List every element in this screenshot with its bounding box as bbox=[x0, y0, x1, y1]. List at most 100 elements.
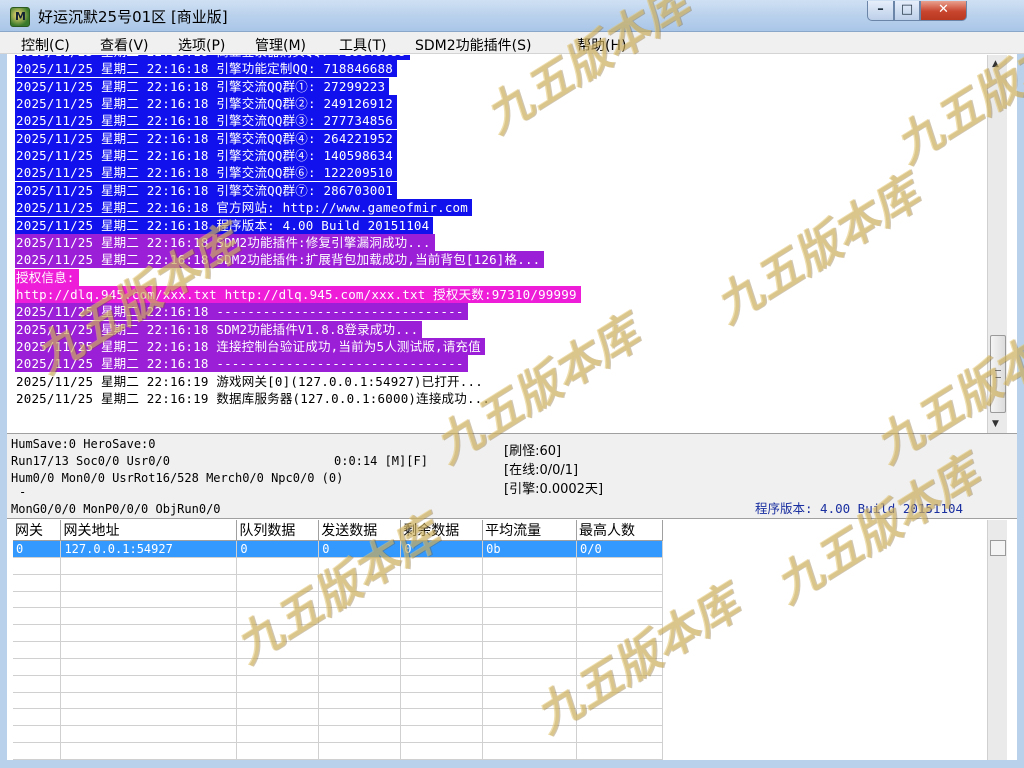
gateway-table[interactable]: 网关 网关地址 队列数据 发送数据 剩余数据 平均流量 最高人数 0 127.0.0.1:54… bbox=[13, 520, 663, 760]
window-frame-left bbox=[0, 54, 7, 768]
scroll-down-icon[interactable]: ▼ bbox=[992, 419, 999, 429]
log-scrollbar[interactable]: ▲ ▼ bbox=[987, 55, 1007, 433]
table-cell bbox=[482, 607, 578, 626]
maximize-button[interactable]: □ bbox=[894, 1, 920, 21]
table-cell bbox=[236, 574, 320, 592]
log-line: 2025/11/25 星期二 22:16:18 引擎交流QQ群②: 249126… bbox=[15, 95, 397, 113]
status-humsave: HumSave:0 HeroSave:0 bbox=[11, 437, 156, 451]
table-cell bbox=[318, 658, 402, 676]
table-cell bbox=[576, 574, 663, 592]
table-cell bbox=[482, 624, 578, 643]
window-frame-bottom bbox=[0, 760, 1024, 768]
status-hum: Hum0/0 Mon0/0 UsrRot16/528 Merch0/0 Npc0… bbox=[11, 471, 344, 485]
table-cell bbox=[482, 708, 578, 727]
log-line: 2025/11/25 星期二 22:16:18 官方网站: http://www… bbox=[15, 199, 473, 217]
grip-icon bbox=[995, 370, 1001, 378]
table-row-empty[interactable] bbox=[13, 641, 663, 659]
status-mong: MonG0/0/0 MonP0/0/0 ObjRun0/0 bbox=[11, 502, 221, 516]
column-header[interactable]: 平均流量 bbox=[482, 520, 578, 541]
column-header[interactable]: 网关地址 bbox=[60, 520, 238, 541]
table-row-empty[interactable] bbox=[13, 675, 663, 693]
table-row-empty[interactable] bbox=[13, 624, 663, 643]
table-cell bbox=[236, 591, 320, 609]
log-line: 2025/11/25 星期二 22:16:19 数据库服务器(127.0.0.1… bbox=[15, 390, 495, 407]
table-cell bbox=[576, 708, 663, 727]
table-row-empty[interactable] bbox=[13, 607, 663, 626]
table-cell bbox=[60, 591, 238, 609]
column-header[interactable]: 发送数据 bbox=[318, 520, 402, 541]
log-line: 授权信息: bbox=[15, 268, 79, 286]
minimize-button[interactable]: – bbox=[867, 1, 894, 21]
table-cell bbox=[318, 591, 402, 609]
table-cell: 0/0 bbox=[576, 540, 663, 558]
column-header[interactable]: 队列数据 bbox=[236, 520, 320, 541]
scroll-up-icon[interactable]: ▲ bbox=[992, 59, 999, 69]
table-cell bbox=[400, 641, 484, 659]
menu-help[interactable]: 帮助(H) bbox=[577, 35, 626, 55]
log-line: 2025/11/25 星期二 22:16:18 ----------------… bbox=[15, 303, 468, 321]
column-header[interactable]: 最高人数 bbox=[576, 520, 663, 541]
table-cell bbox=[60, 574, 238, 592]
table-cell bbox=[482, 742, 578, 760]
table-cell bbox=[576, 557, 663, 575]
table-row-empty[interactable] bbox=[13, 557, 663, 575]
table-cell bbox=[60, 641, 238, 659]
menu-tools[interactable]: 工具(T) bbox=[339, 35, 386, 55]
log-line: 2025/11/25 星期二 22:16:19 游戏网关[0](127.0.0.… bbox=[15, 372, 487, 390]
table-scrollbar[interactable] bbox=[987, 520, 1007, 760]
table-cell bbox=[576, 675, 663, 693]
log-line: 2025/11/25 星期二 22:16:18 ----------------… bbox=[15, 355, 468, 373]
menu-sdm2-plugin[interactable]: SDM2功能插件(S) bbox=[415, 35, 531, 55]
table-cell bbox=[482, 591, 578, 609]
table-cell bbox=[13, 692, 62, 710]
table-cell bbox=[236, 675, 320, 693]
table-cell bbox=[13, 591, 62, 609]
table-cell bbox=[13, 725, 62, 744]
menu-options[interactable]: 选项(P) bbox=[178, 35, 225, 55]
table-row-empty[interactable] bbox=[13, 658, 663, 676]
table-cell bbox=[576, 624, 663, 643]
table-row-empty[interactable] bbox=[13, 742, 663, 760]
table-row-empty[interactable] bbox=[13, 725, 663, 744]
table-cell bbox=[13, 742, 62, 760]
column-header[interactable]: 剩余数据 bbox=[400, 520, 484, 541]
table-row-empty[interactable] bbox=[13, 574, 663, 592]
table-cell bbox=[482, 574, 578, 592]
table-cell bbox=[576, 692, 663, 710]
table-cell bbox=[318, 725, 402, 744]
table-cell: 0 bbox=[13, 540, 62, 558]
table-cell bbox=[482, 725, 578, 744]
table-cell bbox=[400, 742, 484, 760]
table-row-empty[interactable] bbox=[13, 708, 663, 727]
table-cell bbox=[236, 725, 320, 744]
table-row-empty[interactable] bbox=[13, 591, 663, 609]
app-icon[interactable]: M bbox=[10, 7, 30, 27]
menu-control[interactable]: 控制(C) bbox=[21, 35, 70, 55]
table-cell bbox=[60, 557, 238, 575]
column-header[interactable]: 网关 bbox=[13, 520, 62, 541]
log-line: 2025/11/25 星期二 22:16:18 程序版本: 4.00 Build… bbox=[15, 216, 434, 234]
table-cell bbox=[400, 725, 484, 744]
table-cell bbox=[576, 725, 663, 744]
table-row-empty[interactable] bbox=[13, 692, 663, 710]
table-cell bbox=[13, 624, 62, 643]
menu-bar: 控制(C) 查看(V) 选项(P) 管理(M) 工具(T) SDM2功能插件(S… bbox=[0, 32, 1024, 54]
table-cell bbox=[482, 641, 578, 659]
menu-manage[interactable]: 管理(M) bbox=[255, 35, 306, 55]
table-cell bbox=[482, 692, 578, 710]
log-scrollbar-thumb[interactable] bbox=[990, 335, 1006, 413]
log-pane[interactable]: 2025/11/25 星期二 22:16:18 商业登录器购买QQ: 71884… bbox=[13, 55, 987, 433]
table-row[interactable]: 0 127.0.0.1:54927 0 0 0 0b 0/0 bbox=[13, 540, 663, 558]
menu-view[interactable]: 查看(V) bbox=[100, 35, 149, 55]
log-line: http://dlq.945.com/xxx.txt http://dlq.94… bbox=[15, 285, 581, 303]
log-line: 2025/11/25 星期二 22:16:18 SDM2功能插件V1.8.8登录… bbox=[15, 320, 423, 338]
log-line: 2025/11/25 星期二 22:16:18 SDM2功能插件:扩展背包加载成… bbox=[15, 251, 545, 269]
table-cell bbox=[236, 708, 320, 727]
table-scrollbar-thumb[interactable] bbox=[990, 540, 1006, 556]
table-cell bbox=[236, 607, 320, 626]
table-cell bbox=[60, 624, 238, 643]
table-cell bbox=[60, 742, 238, 760]
close-button[interactable]: ✕ bbox=[920, 1, 967, 21]
log-line: 2025/11/25 星期二 22:16:18 引擎交流QQ群⑦: 286703… bbox=[15, 181, 397, 199]
table-cell bbox=[576, 607, 663, 626]
